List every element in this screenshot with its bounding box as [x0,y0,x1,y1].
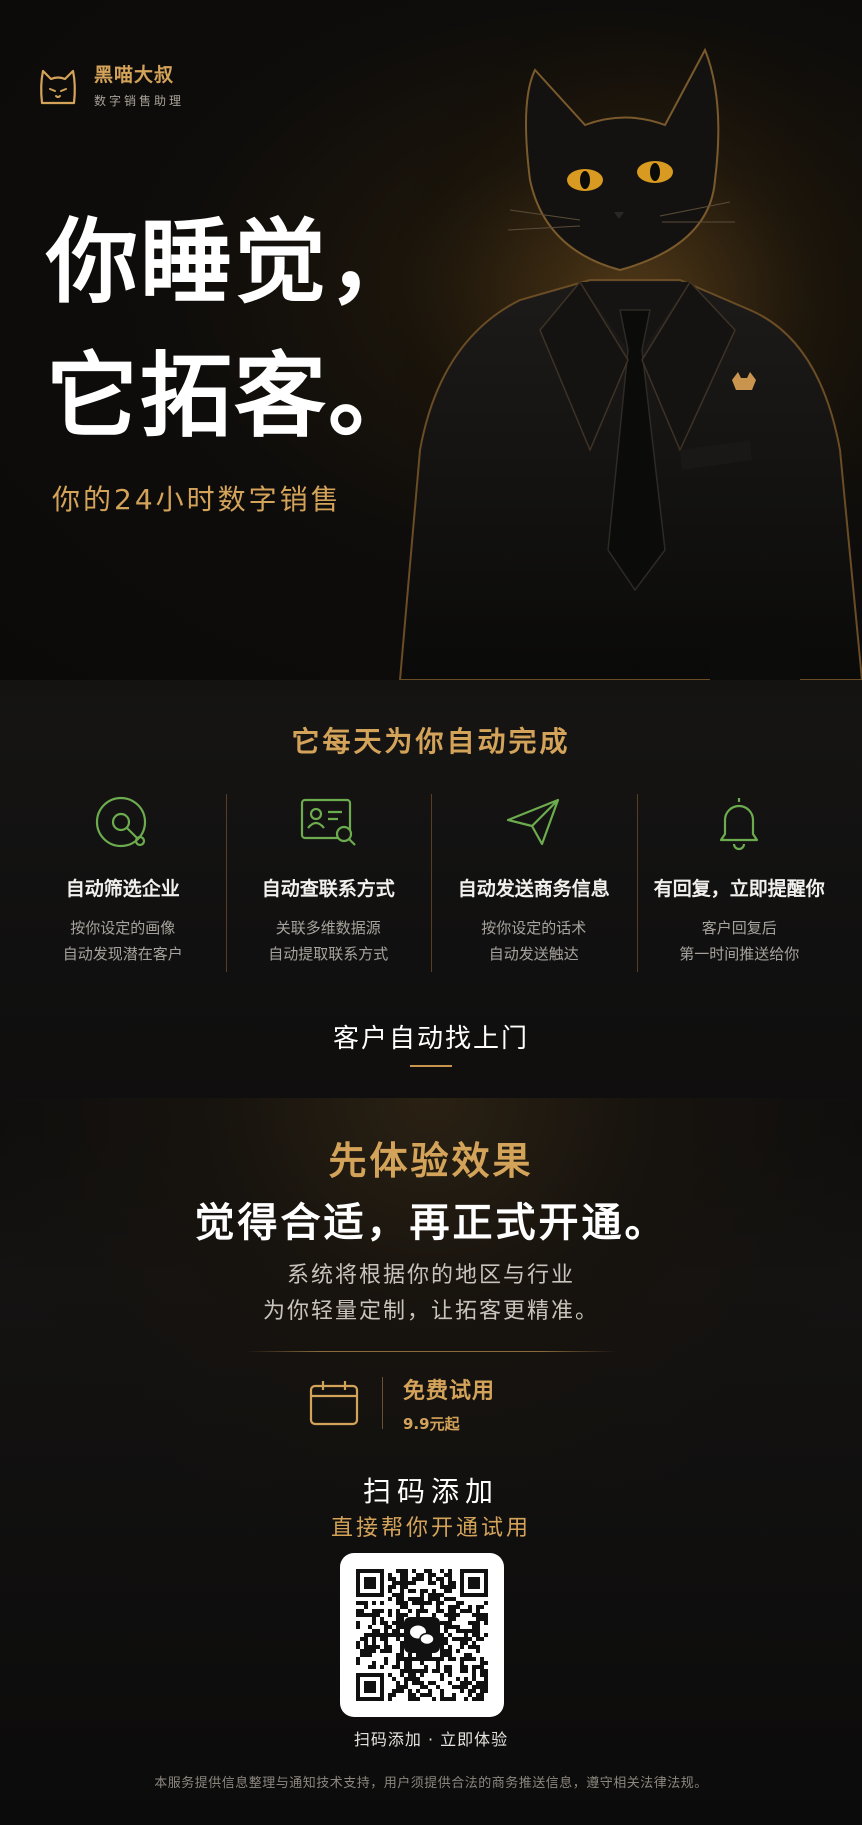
feature-title: 自动发送商务信息 [457,878,610,900]
feature-desc-line: 按你设定的话术 [481,919,587,937]
hero-section: 黑喵大叔 数字销售助理 你睡觉， 它拓客。 你的24小时数字销售 [0,0,862,680]
feature-desc-line: 第一时间推送给你 [679,945,800,963]
trial-desc-line: 为你轻量定制，让拓客更精准。 [262,1299,599,1324]
hero-headline: 你睡觉， 它拓客。 [46,196,422,464]
feature-desc-line: 自动提取联系方式 [268,945,389,963]
features-summary: 客户自动找上门 [332,1024,529,1054]
summary-underline [410,1065,452,1067]
bell-icon [720,798,759,851]
feature-title: 自动查联系方式 [261,878,395,900]
trial-title-gold: 先体验效果 [328,1139,534,1183]
scan-subtitle: 直接帮你开通试用 [330,1516,531,1541]
offer-label: 免费试用 [403,1378,496,1404]
poster: 黑喵大叔 数字销售助理 你睡觉， 它拓客。 你的24小时数字销售 它每天为你自动… [0,0,862,1825]
qr-code-image [356,1569,488,1701]
features-title: 它每天为你自动完成 [291,725,571,758]
feature-title: 有回复，立即提醒你 [653,878,825,900]
trial-desc-line: 系统将根据你的地区与行业 [286,1263,575,1288]
hero-tagline: 你的24小时数字销售 [52,483,342,516]
feature-desc: 客户回复后 第一时间推送给你 [637,915,843,967]
feature-desc: 按你设定的话术 自动发送触达 [431,915,637,967]
feature-title: 自动筛选企业 [65,878,180,900]
feature-auto-filter: 自动筛选企业 按你设定的画像 自动发现潜在客户 [20,790,226,976]
feature-find-contacts: 自动查联系方式 关联多维数据源 自动提取联系方式 [225,790,432,976]
contact-card-search-icon [301,798,357,846]
target-icon [95,796,146,848]
calendar-icon [309,1381,359,1426]
feature-desc-line: 关联多维数据源 [275,919,381,937]
headline-line-1: 你睡觉， [46,209,423,316]
feature-desc-line: 自动发送触达 [488,945,579,963]
offer-price: 9.9元起 [403,1414,460,1433]
cat-in-suit-illustration [380,30,862,680]
feature-send-messages: 自动发送商务信息 按你设定的话术 自动发送触达 [431,790,637,976]
trial-title-white: 觉得合适，再正式开通。 [194,1200,668,1246]
feature-desc: 按你设定的画像 自动发现潜在客户 [20,915,226,967]
trial-description: 系统将根据你的地区与行业 为你轻量定制，让拓客更精准。 [0,1258,862,1330]
feature-desc-line: 客户回复后 [701,919,777,937]
feature-desc-line: 按你设定的画像 [70,919,176,937]
cat-logo-icon [40,69,76,104]
scan-title: 扫码添加 [362,1475,499,1508]
feature-desc-line: 自动发现潜在客户 [62,945,183,963]
qr-caption: 扫码添加 · 立即体验 [353,1730,509,1749]
brand: 黑喵大叔 数字销售助理 [36,64,184,109]
divider [246,1351,616,1352]
free-trial-offer: 免费试用 9.9元起 [308,1372,495,1434]
brand-name: 黑喵大叔 [94,64,175,86]
paper-plane-icon [506,798,559,846]
headline-line-2: 它拓客。 [46,343,423,450]
footer-disclaimer: 本服务提供信息整理与通知技术支持，用户须提供合法的商务推送信息，遵守相关法律法规… [154,1776,708,1791]
offer-divider [382,1377,383,1429]
brand-subtitle: 数字销售助理 [94,94,185,108]
feature-reply-alert: 有回复，立即提醒你 客户回复后 第一时间推送给你 [636,790,843,976]
features-row: 自动筛选企业 按你设定的画像 自动发现潜在客户 自动查联系方式 关联多维数据源 … [20,790,842,976]
feature-desc: 关联多维数据源 自动提取联系方式 [226,915,432,967]
wechat-qr-code[interactable] [340,1553,504,1717]
